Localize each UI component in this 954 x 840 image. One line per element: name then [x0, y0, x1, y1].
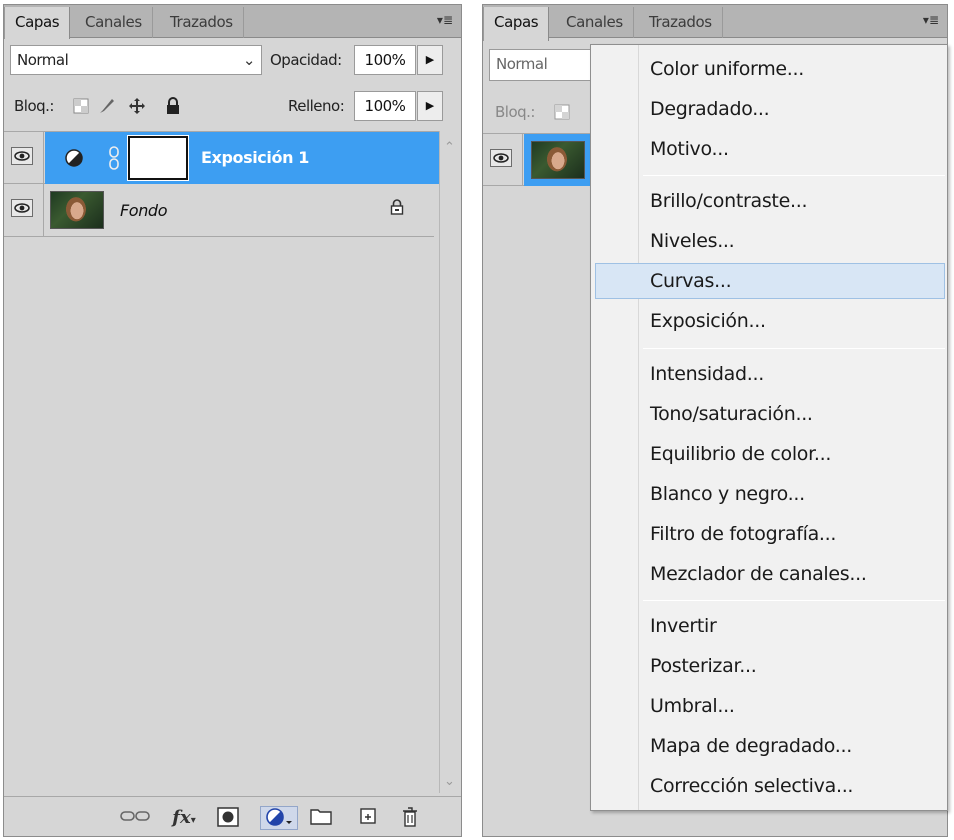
menu-item-umbral[interactable]: Umbral... [595, 688, 945, 724]
menu-item-invertir[interactable]: Invertir [595, 608, 945, 644]
tab-capas[interactable]: Capas [483, 7, 550, 41]
lock-transparency-icon[interactable] [553, 103, 571, 121]
menu-item-blanco-negro[interactable]: Blanco y negro... [595, 476, 945, 512]
visibility-cell[interactable] [4, 132, 44, 184]
lock-label: Bloq.: [495, 103, 535, 121]
scroll-down-arrow-icon[interactable]: ⌄ [444, 773, 455, 789]
layers-bottom-toolbar: fx▾ [4, 796, 461, 836]
new-adjustment-layer-icon[interactable] [260, 806, 298, 830]
lock-position-move-icon[interactable] [128, 97, 146, 115]
chevron-down-icon: ⌄ [242, 51, 256, 69]
opacity-label: Opacidad: [270, 51, 342, 69]
link-chain-icon[interactable] [107, 145, 121, 171]
layer-row-exposicion[interactable]: Exposición 1 [4, 131, 440, 184]
lock-label: Bloq.: [14, 97, 54, 115]
menu-item-correccion-selectiva[interactable]: Corrección selectiva... [595, 768, 945, 804]
visibility-cell[interactable] [483, 134, 523, 186]
lock-transparency-icon[interactable] [72, 97, 90, 115]
menu-item-color-uniforme[interactable]: Color uniforme... [595, 51, 945, 87]
exposure-adjustment-icon [64, 148, 84, 168]
new-adjustment-layer-menu: Color uniforme... Degradado... Motivo...… [590, 44, 948, 811]
scroll-up-arrow-icon[interactable]: ⌃ [444, 139, 455, 155]
blend-row: Normal ⌄ Opacidad: 100% ▶ [4, 45, 461, 79]
menu-item-tono-saturacion[interactable]: Tono/saturación... [595, 396, 945, 432]
layer-row-fondo[interactable] [483, 133, 593, 186]
panel-tab-bar: Capas Canales Trazados ▾≣ [483, 5, 947, 41]
menu-item-posterizar[interactable]: Posterizar... [595, 648, 945, 684]
layers-panel: Capas Canales Trazados ▾≣ Normal ⌄ Opaci… [3, 4, 462, 837]
fx-layer-style-icon[interactable]: fx▾ [166, 807, 202, 829]
menu-item-exposicion[interactable]: Exposición... [595, 303, 945, 339]
menu-item-curvas[interactable]: Curvas... [595, 263, 945, 299]
tab-trazados[interactable]: Trazados [639, 7, 723, 38]
layer-thumbnail-photo[interactable] [531, 141, 585, 179]
visibility-cell[interactable] [4, 184, 44, 236]
lock-icon [390, 199, 406, 217]
lock-pixels-brush-icon[interactable] [98, 97, 116, 115]
blend-mode-value: Normal [496, 55, 548, 73]
tab-canales[interactable]: Canales [75, 7, 153, 38]
blend-mode-select[interactable]: Normal ⌄ [10, 45, 262, 75]
menu-item-motivo[interactable]: Motivo... [595, 131, 945, 167]
new-layer-icon[interactable] [356, 807, 380, 829]
new-group-folder-icon[interactable] [308, 807, 334, 829]
link-layers-icon[interactable] [118, 807, 152, 829]
menu-item-mapa-degradado[interactable]: Mapa de degradado... [595, 728, 945, 764]
menu-item-degradado[interactable]: Degradado... [595, 91, 945, 127]
panel-menu-icon[interactable]: ▾≣ [431, 13, 453, 27]
menu-separator [643, 600, 945, 601]
panel-tab-bar: Capas Canales Trazados ▾≣ [4, 5, 461, 39]
layer-thumbnail-photo[interactable] [50, 191, 104, 229]
layers-scrollbar[interactable]: ⌃ ⌄ [439, 131, 461, 793]
tab-trazados[interactable]: Trazados [160, 7, 244, 38]
menu-item-intensidad[interactable]: Intensidad... [595, 356, 945, 392]
panel-menu-icon[interactable]: ▾≣ [917, 13, 939, 27]
opacity-input[interactable]: 100% [354, 45, 416, 75]
lock-row: Bloq.: Relleno: 100% ▶ [4, 91, 461, 125]
fill-input[interactable]: 100% [354, 91, 416, 121]
tab-capas[interactable]: Capas [4, 7, 71, 39]
opacity-slider-button[interactable]: ▶ [417, 45, 443, 75]
menu-item-equilibrio-color[interactable]: Equilibrio de color... [595, 436, 945, 472]
menu-item-filtro-fotografia[interactable]: Filtro de fotografía... [595, 516, 945, 552]
layer-mask-thumbnail[interactable] [127, 135, 189, 181]
fill-slider-button[interactable]: ▶ [417, 91, 443, 121]
layer-name[interactable]: Exposición 1 [201, 148, 309, 168]
eye-icon[interactable] [490, 149, 512, 167]
menu-item-brillo-contraste[interactable]: Brillo/contraste... [595, 183, 945, 219]
layer-row-fondo[interactable]: Fondo [4, 184, 434, 237]
eye-icon[interactable] [11, 147, 33, 165]
blend-mode-value: Normal [17, 51, 69, 69]
eye-icon[interactable] [11, 199, 33, 217]
menu-separator [643, 175, 945, 176]
fill-label: Relleno: [288, 97, 345, 115]
lock-all-icon[interactable] [164, 97, 182, 115]
trash-delete-icon[interactable] [399, 807, 421, 829]
add-mask-icon[interactable] [215, 807, 241, 829]
layer-name[interactable]: Fondo [120, 201, 167, 221]
tab-canales[interactable]: Canales [556, 7, 634, 38]
menu-item-mezclador-canales[interactable]: Mezclador de canales... [595, 556, 945, 592]
menu-separator [643, 348, 945, 349]
menu-item-niveles[interactable]: Niveles... [595, 223, 945, 259]
